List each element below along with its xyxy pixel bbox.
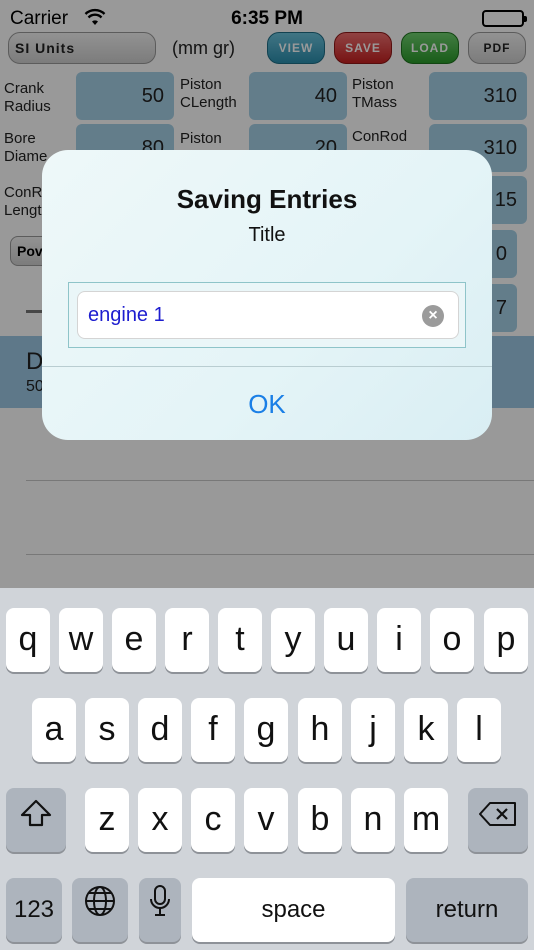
shift-key[interactable] <box>6 788 66 852</box>
key-x[interactable]: x <box>138 788 182 852</box>
key-r[interactable]: r <box>165 608 209 672</box>
keyboard: q w e r t y u i o p a s d f g h j k l z … <box>0 588 534 950</box>
key-l[interactable]: l <box>457 698 501 762</box>
globe-icon <box>83 879 117 943</box>
clear-icon[interactable]: × <box>422 305 444 327</box>
shift-icon <box>19 789 53 853</box>
key-y[interactable]: y <box>271 608 315 672</box>
key-f[interactable]: f <box>191 698 235 762</box>
key-g[interactable]: g <box>244 698 288 762</box>
ok-button[interactable]: OK <box>42 368 492 440</box>
key-z[interactable]: z <box>85 788 129 852</box>
backspace-key[interactable] <box>468 788 528 852</box>
alert-divider <box>42 366 492 367</box>
title-input-box[interactable]: × <box>77 291 459 339</box>
alert-message: Title <box>248 224 286 246</box>
key-p[interactable]: p <box>484 608 528 672</box>
backspace-icon <box>478 789 518 853</box>
key-o[interactable]: o <box>430 608 474 672</box>
key-v[interactable]: v <box>244 788 288 852</box>
key-k[interactable]: k <box>404 698 448 762</box>
space-key[interactable]: space <box>192 878 395 942</box>
key-w[interactable]: w <box>59 608 103 672</box>
key-n[interactable]: n <box>351 788 395 852</box>
key-u[interactable]: u <box>324 608 368 672</box>
key-c[interactable]: c <box>191 788 235 852</box>
alert-input-container: × <box>68 282 466 348</box>
key-m[interactable]: m <box>404 788 448 852</box>
numbers-key[interactable]: 123 <box>6 878 62 942</box>
key-h[interactable]: h <box>298 698 342 762</box>
key-a[interactable]: a <box>32 698 76 762</box>
key-s[interactable]: s <box>85 698 129 762</box>
key-q[interactable]: q <box>6 608 50 672</box>
globe-key[interactable] <box>72 878 128 942</box>
key-t[interactable]: t <box>218 608 262 672</box>
title-input[interactable] <box>88 292 408 338</box>
key-e[interactable]: e <box>112 608 156 672</box>
microphone-icon <box>149 879 171 943</box>
key-d[interactable]: d <box>138 698 182 762</box>
key-b[interactable]: b <box>298 788 342 852</box>
dictation-key[interactable] <box>139 878 181 942</box>
return-key[interactable]: return <box>406 878 528 942</box>
key-j[interactable]: j <box>351 698 395 762</box>
key-i[interactable]: i <box>377 608 421 672</box>
save-alert-dialog: Saving Entries Title × OK <box>42 150 492 440</box>
alert-title: Saving Entries <box>176 184 358 214</box>
